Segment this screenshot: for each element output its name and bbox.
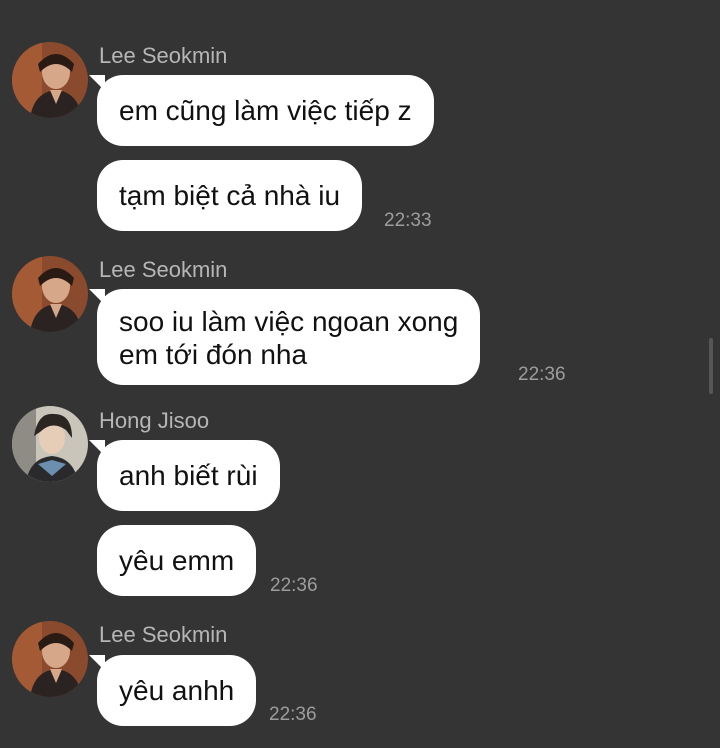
message-timestamp: 22:36 — [270, 575, 318, 596]
message-text: yêu anhh — [119, 675, 235, 706]
message-timestamp: 22:33 — [384, 210, 432, 231]
message-text-line: soo iu làm việc ngoan xong — [119, 306, 459, 337]
message-timestamp: 22:36 — [269, 704, 317, 725]
message-bubble[interactable]: tạm biệt cả nhà iu — [97, 160, 363, 231]
message-bubble[interactable]: yêu emm — [97, 525, 257, 596]
message-bubble[interactable]: yêu anhh — [88, 655, 257, 726]
message-text: anh biết rùi — [119, 460, 258, 491]
message-text-line: em tới đón nha — [119, 339, 308, 370]
message-bubble[interactable]: anh biết rùi — [89, 440, 280, 511]
message-text: yêu emm — [119, 545, 235, 576]
message-timestamp: 22:36 — [518, 364, 566, 385]
message-bubble[interactable]: em cũng làm việc tiếp z — [89, 75, 434, 146]
chat-message-list[interactable]: Lee Seokmin em cũng làm việc tiếp z tạm … — [0, 0, 720, 748]
avatar[interactable] — [12, 42, 88, 118]
sender-name: Lee Seokmin — [99, 622, 228, 647]
avatar[interactable] — [12, 256, 88, 332]
sender-name: Hong Jisoo — [99, 408, 210, 433]
scrollbar[interactable] — [709, 338, 713, 394]
sender-name: Lee Seokmin — [99, 43, 228, 68]
sender-name: Lee Seokmin — [99, 257, 228, 282]
avatar[interactable] — [12, 406, 88, 482]
avatar[interactable] — [12, 621, 88, 697]
message-text: em cũng làm việc tiếp z — [119, 95, 412, 126]
message-text: tạm biệt cả nhà iu — [119, 180, 341, 211]
message-bubble[interactable]: soo iu làm việc ngoan xong em tới đón nh… — [88, 289, 481, 385]
